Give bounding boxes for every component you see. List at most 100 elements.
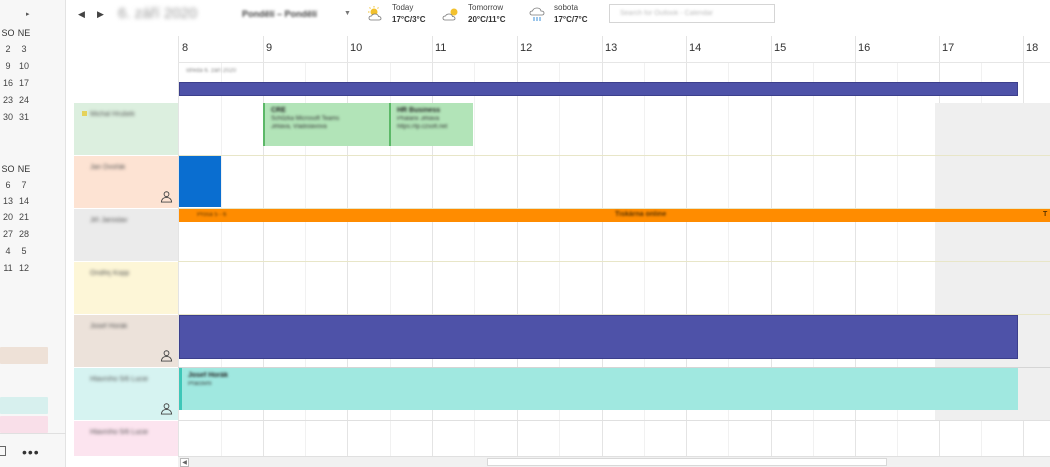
resource-row: Ondřej Kopp: [74, 262, 1050, 314]
resource-row: Hlavního 5/6 Lucie: [74, 421, 1050, 456]
event-title: HR Business: [397, 107, 441, 114]
hour-label: 17: [942, 42, 955, 54]
mini-calendar-week[interactable]: 9 10: [0, 61, 32, 71]
people-icon: [160, 191, 173, 203]
status-dot: [82, 111, 87, 116]
event-location: https://tp.czsoft.net: [397, 124, 448, 130]
calendar-event[interactable]: Prosa 5 - 6 Tiskárna online T: [179, 209, 1050, 222]
calendar-event[interactable]: CRE Schůzka Microsoft Teams Jihlava, Vla…: [263, 103, 389, 146]
hour-label: 12: [520, 42, 533, 54]
resource-label[interactable]: Josef Horák: [74, 315, 178, 367]
resource-label[interactable]: Michal Hrubek: [74, 103, 178, 155]
mini-calendar-week[interactable]: 20 21: [0, 212, 32, 222]
sun-cloud-icon: [368, 6, 382, 21]
resource-row: Josef Horák: [74, 315, 1050, 367]
resource-name: Hlavního 5/6 Lucie: [90, 376, 148, 383]
resource-label[interactable]: Jiří Jaroslav: [74, 209, 178, 261]
resource-label[interactable]: Ondřej Kopp: [74, 262, 178, 314]
previous-day-icon[interactable]: ◀: [78, 9, 85, 20]
people-icon: [160, 403, 173, 415]
resource-label[interactable]: Hlavního 5/6 Lucie: [74, 421, 178, 456]
scroll-thumb[interactable]: [487, 458, 887, 466]
hour-label: 9: [266, 42, 273, 54]
hour-label: 18: [1026, 42, 1039, 54]
scroll-left-icon[interactable]: ◀: [180, 458, 189, 467]
mini-calendar-week[interactable]: 16 17: [0, 78, 32, 88]
resource-name: Jan Dvořák: [90, 164, 126, 171]
schedule-grid: 8 9 10 11 12 13 14 15 16 17 18 středa 6.…: [74, 36, 1050, 467]
rain-icon: [529, 7, 545, 21]
resource-name: Hlavního 5/6 Lucie: [90, 429, 148, 436]
calendar-event[interactable]: [179, 156, 221, 207]
resource-row: Hlavního 5/6 Lucie Josef Horák Pracovní: [74, 368, 1050, 420]
event-subtitle: Tiskárna online: [615, 211, 667, 218]
non-working-hours: [935, 103, 1050, 155]
resource-label[interactable]: Jan Dvořák: [74, 156, 178, 208]
horizontal-scrollbar[interactable]: ◀: [178, 456, 1050, 467]
hour-label: 11: [435, 42, 447, 54]
calendar-icon[interactable]: [0, 446, 6, 456]
resource-name: Ondřej Kopp: [90, 270, 130, 277]
page-title[interactable]: 6. září 2020: [118, 5, 197, 22]
event-subtitle: Pracovní: [188, 381, 212, 387]
weather-temp: 20°C/11°C: [468, 15, 506, 24]
divider: [0, 433, 66, 434]
view-dropdown[interactable]: Pondělí – Pondělí: [242, 9, 317, 19]
event-title: CRE: [271, 107, 286, 114]
resource-row: Jan Dvořák: [74, 156, 1050, 208]
mini-calendar-weekday-header: SO NE: [1, 28, 31, 38]
resource-name: Jiří Jaroslav: [90, 217, 128, 224]
all-day-event[interactable]: [179, 82, 1018, 96]
hour-label: 16: [858, 42, 871, 54]
weather-label: sobota: [554, 3, 579, 12]
weather-temp: 17°C/7°C: [554, 15, 588, 24]
calendar-item[interactable]: [0, 416, 48, 433]
hour-label: 13: [605, 42, 618, 54]
hour-label: 14: [689, 42, 702, 54]
divider: [178, 62, 1050, 63]
more-options-icon[interactable]: •••: [22, 444, 40, 460]
resource-name: Michal Hrubek: [90, 111, 135, 118]
event-subtitle: Phalanx Jihlava: [397, 116, 440, 122]
mini-calendar-pane: ▸ SO NE 23 9 10 16 17 23 24 30 31 SO NE 67 13 1…: [0, 0, 66, 467]
resource-label[interactable]: Hlavního 5/6 Lucie: [74, 368, 178, 420]
resource-row: Jiří Jaroslav Prosa 5 - 6 Tiskárna onlin…: [74, 209, 1050, 261]
event-title: Josef Horák: [188, 372, 229, 379]
calendar-event[interactable]: HR Business Phalanx Jihlava https://tp.c…: [389, 103, 473, 146]
folder-item[interactable]: [0, 347, 48, 364]
mini-calendar-week[interactable]: 11 12: [0, 263, 32, 273]
calendar-event[interactable]: [179, 315, 1018, 359]
calendar-item[interactable]: [0, 397, 48, 414]
weather-label: Today: [392, 3, 414, 12]
sun-cloud-icon: [442, 8, 458, 21]
mini-calendar-week[interactable]: 23: [0, 44, 32, 54]
date-caption: středa 6. září 2020: [186, 68, 237, 74]
mini-calendar-week[interactable]: 30 31: [0, 112, 32, 122]
event-subtitle: Schůzka Microsoft Teams: [271, 116, 340, 122]
event-location: Jihlava, Vladislavova: [271, 124, 327, 130]
hour-label: 15: [774, 42, 787, 54]
hour-label: 8: [182, 42, 189, 54]
mini-calendar-next-icon[interactable]: ▸: [26, 10, 30, 18]
resource-row: Michal Hrubek CRE Schůzka Microsoft Team…: [74, 103, 1050, 155]
non-working-hours: [935, 156, 1050, 208]
mini-calendar-week[interactable]: 13 14: [0, 196, 32, 206]
mini-calendar-week[interactable]: 67: [0, 180, 32, 190]
non-working-hours: [935, 262, 1050, 314]
calendar-event[interactable]: Josef Horák Pracovní: [179, 368, 1018, 410]
search-input[interactable]: Search for Outlook - Calendar: [609, 4, 775, 23]
mini-calendar-weekday-header: SO NE: [1, 164, 31, 174]
calendar-header: ◀ ▶ 6. září 2020 Pondělí – Pondělí ▼ Tod…: [66, 0, 1050, 36]
hour-label: 10: [350, 42, 363, 54]
event-continuation: T: [1043, 211, 1048, 218]
event-title: Prosa 5 - 6: [197, 212, 227, 218]
chevron-down-icon[interactable]: ▼: [344, 10, 351, 17]
weather-label: Tomorrow: [468, 3, 504, 12]
next-day-icon[interactable]: ▶: [97, 9, 104, 20]
mini-calendar-week[interactable]: 23 24: [0, 95, 32, 105]
weather-temp: 17°C/3°C: [392, 15, 426, 24]
search-placeholder: Search for Outlook - Calendar: [620, 10, 713, 17]
mini-calendar-week[interactable]: 45: [0, 246, 32, 256]
mini-calendar-week[interactable]: 27 28: [0, 229, 32, 239]
resource-name: Josef Horák: [90, 323, 128, 330]
